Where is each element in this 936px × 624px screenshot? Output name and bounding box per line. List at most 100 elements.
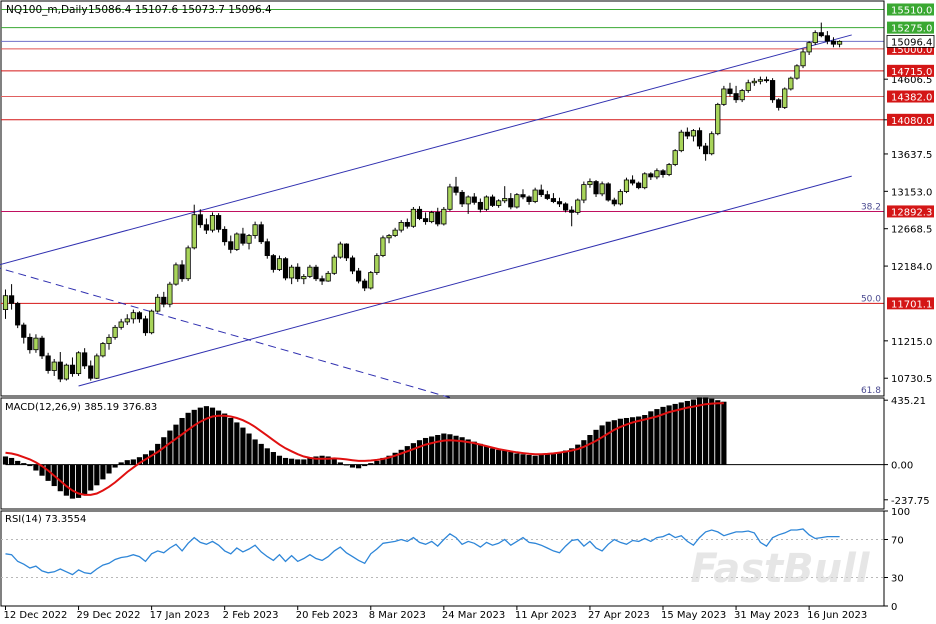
candle-down (550, 198, 557, 202)
candle-up (374, 255, 380, 273)
candle-down (69, 364, 76, 375)
candle-up (386, 235, 392, 239)
candle-up (124, 318, 130, 323)
candle-up (441, 208, 447, 225)
time-axis-label: 31 May 2023 (734, 610, 799, 621)
candle-down (57, 361, 63, 380)
macd-histogram-bar (167, 430, 173, 465)
candle-up (380, 237, 386, 256)
macd-histogram-bar (2, 456, 9, 465)
candle-down (636, 182, 642, 189)
macd-histogram-bar (100, 464, 106, 480)
macd-histogram-bar (642, 415, 648, 465)
candle-up (581, 184, 587, 201)
candle-down (703, 145, 709, 155)
macd-histogram-bar (435, 435, 441, 465)
candle-down (776, 99, 782, 108)
time-axis-label: 8 Mar 2023 (369, 610, 426, 621)
level-price-label: 14382.0 (891, 93, 932, 104)
macd-histogram-bar (173, 424, 179, 465)
macd-histogram-bar (88, 464, 94, 491)
candle-down (538, 189, 544, 196)
candle-down (453, 186, 459, 193)
candle-down (215, 215, 222, 230)
candle-down (319, 278, 325, 282)
level-price-label: 14080.0 (891, 116, 932, 127)
candle-up (751, 80, 757, 84)
macd-histogram-bar (8, 457, 15, 465)
macd-histogram-bar (82, 464, 88, 495)
level-price-label: 12892.3 (891, 207, 932, 218)
macd-histogram-bar (374, 460, 380, 465)
candle-down (611, 199, 617, 205)
candle-up (642, 173, 648, 189)
macd-histogram-bar (404, 446, 410, 465)
macd-histogram-bar (471, 441, 477, 465)
candle-up (75, 352, 82, 375)
time-axis-label: 17 Jan 2023 (150, 610, 210, 621)
candle-down (648, 173, 654, 178)
macd-histogram-bar (489, 448, 496, 465)
candle-up (715, 103, 721, 135)
candle-down (696, 130, 703, 147)
candle-up (666, 164, 672, 175)
price-axis-label: 11215.0 (891, 337, 932, 348)
candle-up (307, 266, 313, 277)
candle-up (623, 179, 630, 192)
macd-histogram-bar (520, 454, 526, 465)
candle-down (733, 93, 739, 101)
candle-down (136, 312, 143, 320)
candle-down (295, 266, 301, 280)
macd-histogram-bar (179, 417, 185, 465)
rsi-label: RSI(14) 73.3554 (5, 514, 86, 525)
candle-up (794, 65, 800, 79)
time-axis-label: 16 Jun 2023 (807, 610, 867, 621)
candle-up (806, 42, 812, 53)
candle-up (2, 295, 9, 310)
candle-up (429, 211, 435, 223)
macd-histogram-bar (197, 407, 203, 465)
price-axis-label: 13153.0 (891, 187, 932, 198)
price-axis-label: 13637.5 (891, 150, 932, 161)
candle-up (337, 243, 343, 258)
level-price-label: 14715.0 (891, 67, 932, 78)
candle-up (118, 321, 124, 328)
candle-down (203, 224, 210, 231)
macd-histogram-bar (703, 397, 709, 465)
candle-down (520, 194, 526, 198)
macd-histogram-bar (483, 446, 490, 465)
candle-down (313, 266, 319, 280)
macd-histogram-bar (264, 448, 270, 465)
macd-histogram-bar (246, 433, 252, 465)
macd-histogram-bar (496, 449, 502, 465)
macd-histogram-bar (581, 440, 587, 465)
candle-down (362, 280, 368, 289)
price-axis-label: 10730.5 (891, 374, 932, 385)
macd-histogram-bar (289, 458, 295, 465)
macd-histogram-bar (63, 464, 69, 496)
time-axis-label: 20 Feb 2023 (296, 610, 358, 621)
candle-up (252, 224, 258, 236)
candle-down (240, 233, 246, 244)
candle-down (270, 255, 276, 270)
candle-up (502, 198, 508, 202)
candle-down (343, 243, 350, 259)
fib-level-label: 50.0 (861, 294, 881, 304)
candle-up (149, 310, 155, 334)
candle-up (739, 90, 745, 101)
candle-down (727, 88, 733, 94)
macd-histogram-bar (587, 435, 593, 465)
candle-down (562, 203, 569, 211)
candle-up (745, 82, 751, 91)
candle-down (489, 196, 496, 206)
trading-chart[interactable]: 38.250.061.814606.514080.013637.513153.0… (0, 0, 936, 624)
macd-histogram-bar (502, 450, 508, 465)
macd-histogram-bar (258, 443, 264, 465)
candle-down (435, 211, 441, 225)
time-axis-label: 15 May 2023 (661, 610, 726, 621)
candle-up (587, 181, 593, 186)
candle-down (264, 241, 270, 256)
candle-up (325, 272, 331, 282)
macd-histogram-bar (234, 422, 240, 465)
macd-histogram-bar (228, 417, 234, 465)
